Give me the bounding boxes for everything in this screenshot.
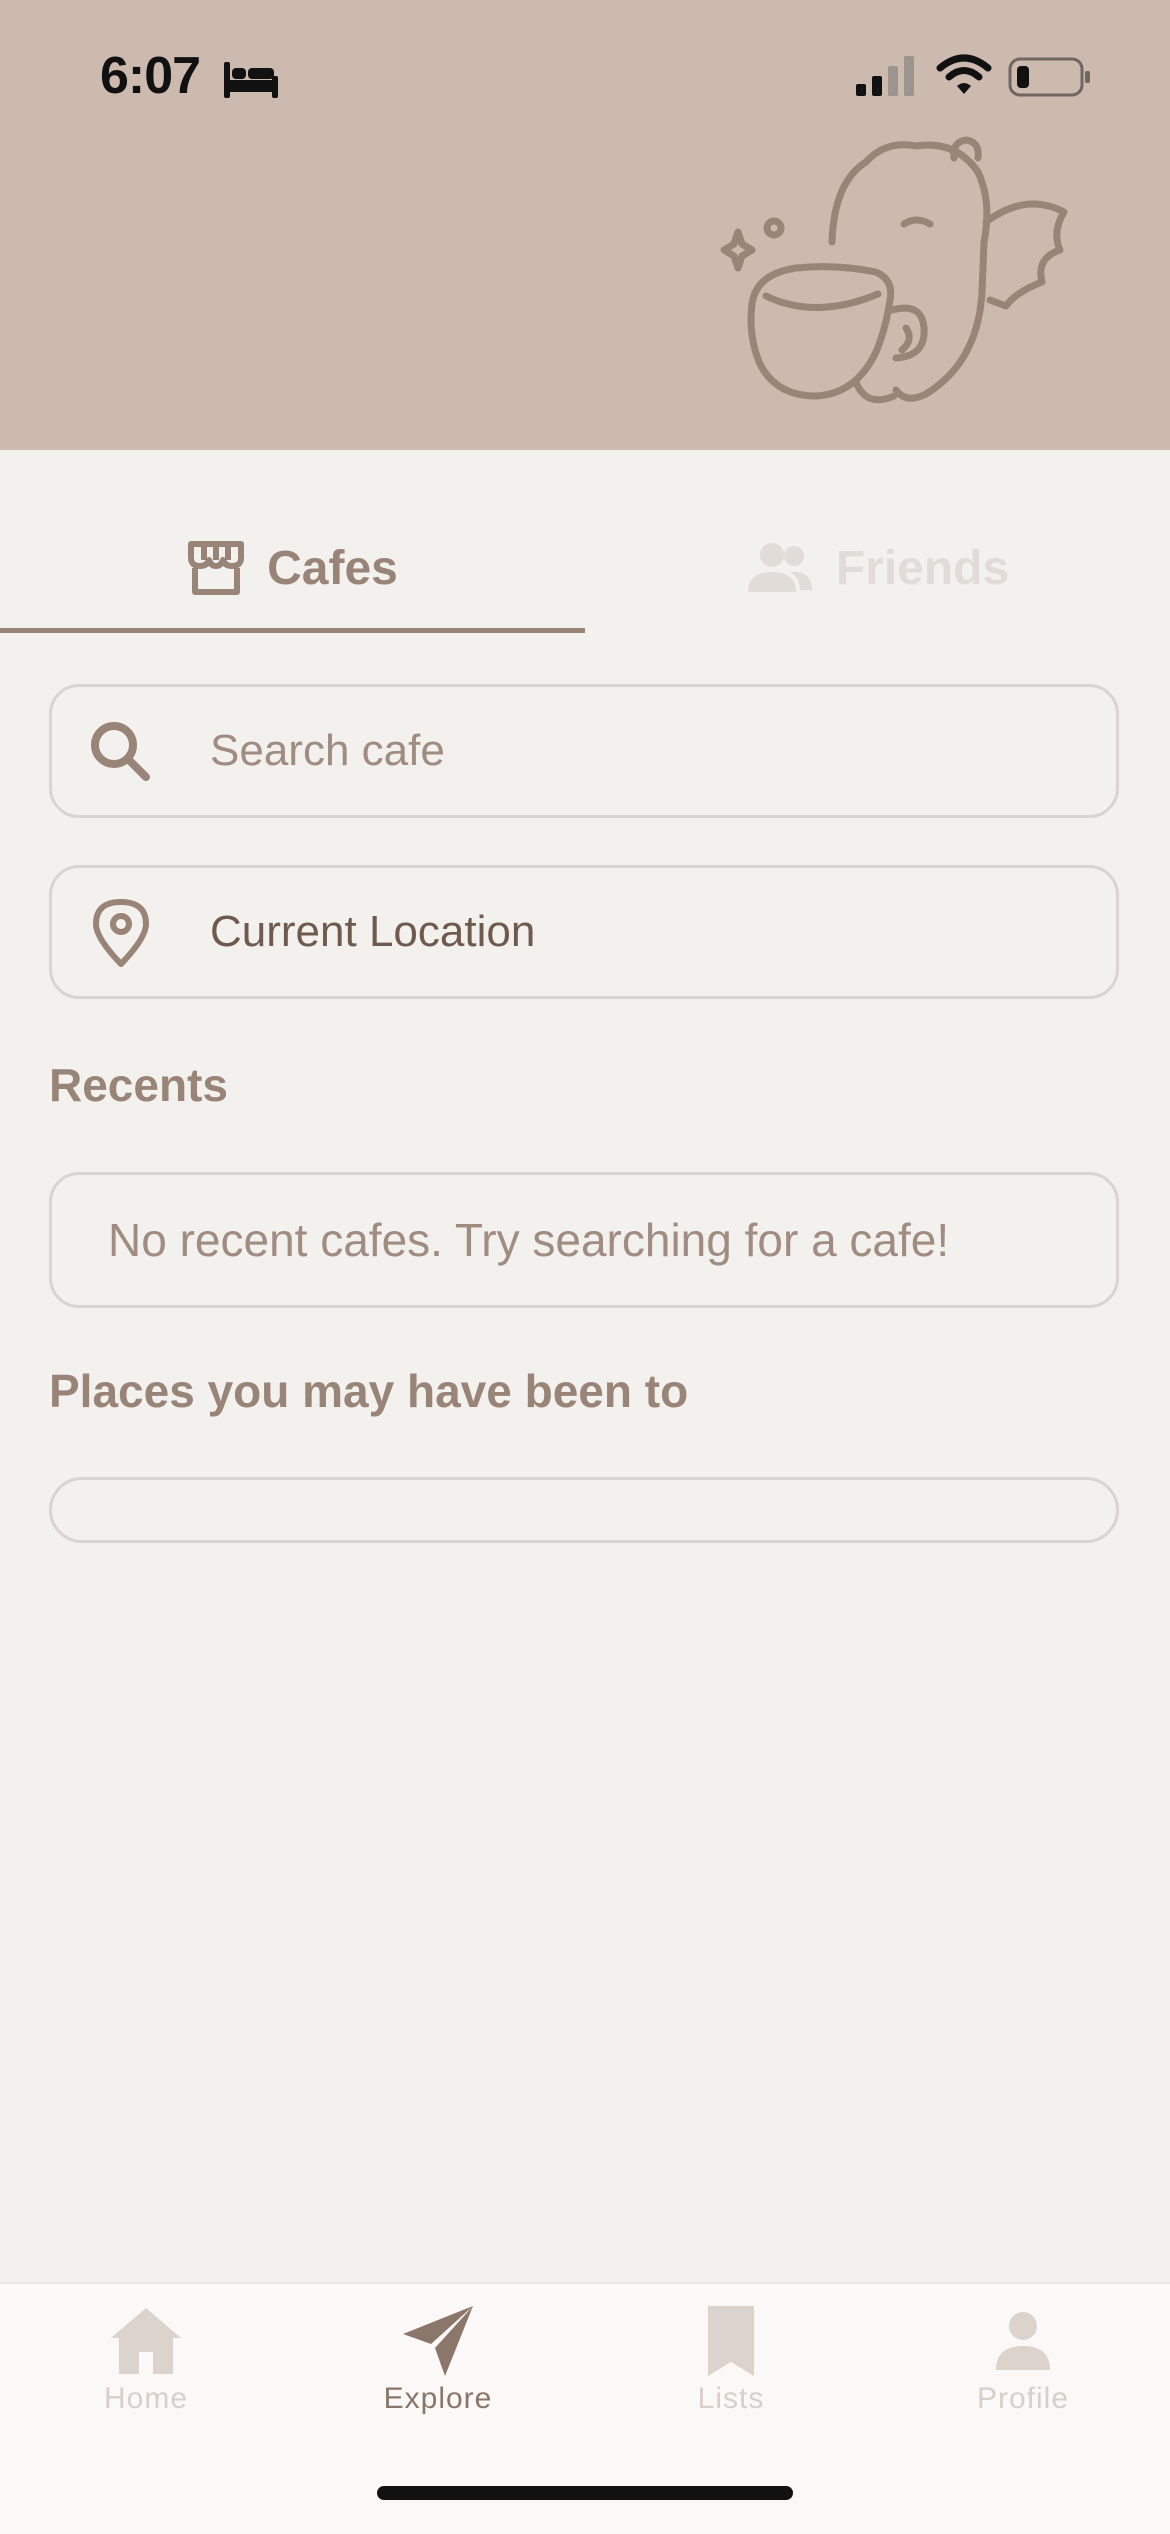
- recents-empty-message: No recent cafes. Try searching for a caf…: [108, 1214, 950, 1266]
- places-heading: Places you may have been to: [49, 1365, 689, 1417]
- recents-empty-state: No recent cafes. Try searching for a caf…: [49, 1172, 1119, 1308]
- tabbar-profile[interactable]: Profile: [877, 2284, 1169, 2434]
- tabbar-explore-label: Explore: [383, 2382, 493, 2415]
- tabbar-lists-label: Lists: [697, 2382, 765, 2415]
- home-indicator: [377, 2486, 793, 2500]
- segment-tabs: Cafes Friends: [0, 500, 1170, 636]
- tab-cafes[interactable]: Cafes: [0, 500, 585, 636]
- tabbar-explore[interactable]: Explore: [292, 2284, 584, 2434]
- mascot-illustration: [720, 136, 1068, 404]
- search-icon: [91, 722, 150, 781]
- header-banner: 6:07: [0, 0, 1170, 450]
- search-cafe-field[interactable]: Search cafe: [49, 684, 1119, 818]
- tabbar-home-label: Home: [103, 2382, 189, 2415]
- storefront-icon: [188, 541, 245, 595]
- bookmark-icon: [708, 2306, 754, 2376]
- person-icon: [996, 2312, 1050, 2370]
- tab-friends[interactable]: Friends: [585, 500, 1170, 636]
- location-field[interactable]: Current Location: [49, 865, 1119, 999]
- status-time: 6:07: [100, 47, 201, 105]
- search-input[interactable]: Search cafe: [210, 687, 445, 815]
- tabbar-profile-label: Profile: [976, 2382, 1070, 2415]
- people-icon: [747, 543, 812, 592]
- battery-icon: [1008, 57, 1090, 97]
- location-pin-icon: [93, 899, 149, 967]
- tabbar-home[interactable]: Home: [0, 2284, 292, 2434]
- tab-cafes-label: Cafes: [267, 541, 398, 595]
- active-tab-indicator: [0, 628, 585, 633]
- signal-icon: [856, 56, 914, 96]
- recents-heading: Recents: [49, 1059, 228, 1111]
- places-list: [49, 1477, 1119, 1543]
- bed-icon: [224, 62, 278, 98]
- paper-plane-icon: [403, 2306, 473, 2376]
- location-value: Current Location: [210, 907, 536, 956]
- wifi-icon: [936, 54, 992, 94]
- tabbar-lists[interactable]: Lists: [585, 2284, 877, 2434]
- house-icon: [111, 2308, 181, 2374]
- tab-friends-label: Friends: [835, 541, 1010, 595]
